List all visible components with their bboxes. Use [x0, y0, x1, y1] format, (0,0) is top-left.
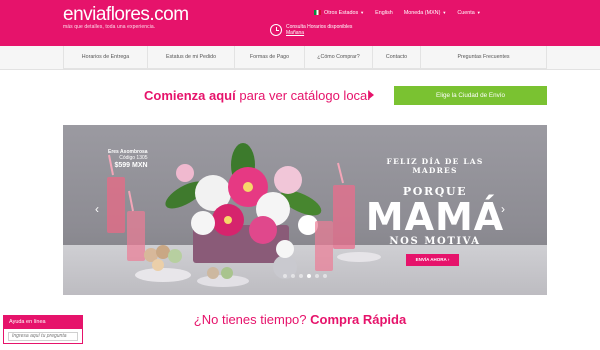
product-price: $599 MXN	[114, 162, 148, 169]
subnav-how-to-buy[interactable]: ¿Cómo Comprar?	[305, 46, 373, 68]
headline-occasion: FELIZ DÍA DE LAS MADRES	[386, 157, 484, 175]
catalog-prompt: Comienza aquí para ver catálogo local	[144, 88, 370, 103]
account-menu[interactable]: Cuenta ▼	[457, 10, 480, 16]
carousel-dot-active[interactable]	[307, 274, 311, 278]
send-now-button[interactable]: ENVÍA AHORA ›	[406, 254, 459, 266]
subnav-contact[interactable]: Contacto	[373, 46, 421, 68]
play-arrow-icon	[369, 91, 374, 99]
subnav-faq[interactable]: Preguntas Frecuentes	[421, 46, 547, 68]
catalog-rest: para ver catálogo local	[235, 88, 371, 103]
caret-down-icon: ▼	[442, 10, 447, 15]
help-title[interactable]: Ayuda en línea	[4, 316, 82, 329]
header-bar: enviaflores.com más que detalles, toda u…	[0, 0, 600, 46]
mexico-flag-icon	[314, 10, 321, 16]
currency-label: Moneda (MXN)	[403, 10, 441, 16]
clock-icon	[270, 24, 282, 36]
tagline: más que detalles, toda una experiencia.	[63, 24, 156, 30]
carousel-dot[interactable]	[283, 274, 287, 278]
subnav-payment-methods[interactable]: Formas de Pago	[235, 46, 305, 68]
subnav-order-status[interactable]: Estatus de mi Pedido	[148, 46, 235, 68]
catalog-lead: Comienza aquí	[144, 88, 236, 103]
headline-mom: MAMÁ	[365, 195, 505, 239]
secondary-navigation: Horarios de Entrega Estatus de mi Pedido…	[63, 46, 547, 69]
carousel-indicators	[283, 274, 327, 278]
product-code: Código 1305	[119, 155, 148, 161]
choose-city-button[interactable]: Elige la Ciudad de Envío	[394, 86, 547, 105]
currency-selector[interactable]: Moneda (MXN) ▼	[404, 10, 447, 16]
carousel-next-icon[interactable]: ›	[501, 203, 509, 215]
caret-down-icon: ▼	[360, 10, 365, 15]
site-logo[interactable]: enviaflores.com	[63, 4, 189, 26]
help-question-input[interactable]: Ingresa aquí tu pregunta	[8, 332, 78, 341]
account-label: Cuenta	[457, 10, 475, 16]
carousel-dot[interactable]	[291, 274, 295, 278]
delivery-schedule[interactable]: Consulta Horarios disponibles Mañana	[270, 24, 352, 36]
hero-headline: FELIZ DÍA DE LAS MADRES PORQUE MAMÁ NOS …	[365, 157, 505, 247]
catalog-banner: Comienza aquí para ver catálogo local El…	[63, 82, 547, 110]
product-promo[interactable]: Eres Asombrosa Código 1305 $599 MXN	[108, 149, 148, 169]
live-help-widget: Ayuda en línea Ingresa aquí tu pregunta	[3, 315, 83, 344]
carousel-dot[interactable]	[315, 274, 319, 278]
quick-lead: ¿No tienes tiempo?	[193, 312, 307, 327]
caret-down-icon: ▼	[476, 10, 481, 15]
language-link[interactable]: English	[375, 10, 393, 16]
carousel-dot[interactable]	[299, 274, 303, 278]
country-label: Otros Estados	[324, 10, 359, 16]
country-selector[interactable]: Otros Estados ▼	[314, 10, 364, 16]
subnav-delivery-hours[interactable]: Horarios de Entrega	[63, 46, 148, 68]
hero-carousel[interactable]: Eres Asombrosa Código 1305 $599 MXN FELI…	[63, 125, 547, 295]
quick-buy-heading: ¿No tienes tiempo? Compra Rápida	[0, 312, 600, 327]
top-navigation: Otros Estados ▼ English Moneda (MXN) ▼ Cue…	[314, 10, 481, 16]
quick-rest: Compra Rápida	[306, 312, 407, 327]
schedule-day-link[interactable]: Mañana	[286, 30, 352, 36]
carousel-prev-icon[interactable]: ‹	[95, 203, 103, 215]
carousel-dot[interactable]	[323, 274, 327, 278]
